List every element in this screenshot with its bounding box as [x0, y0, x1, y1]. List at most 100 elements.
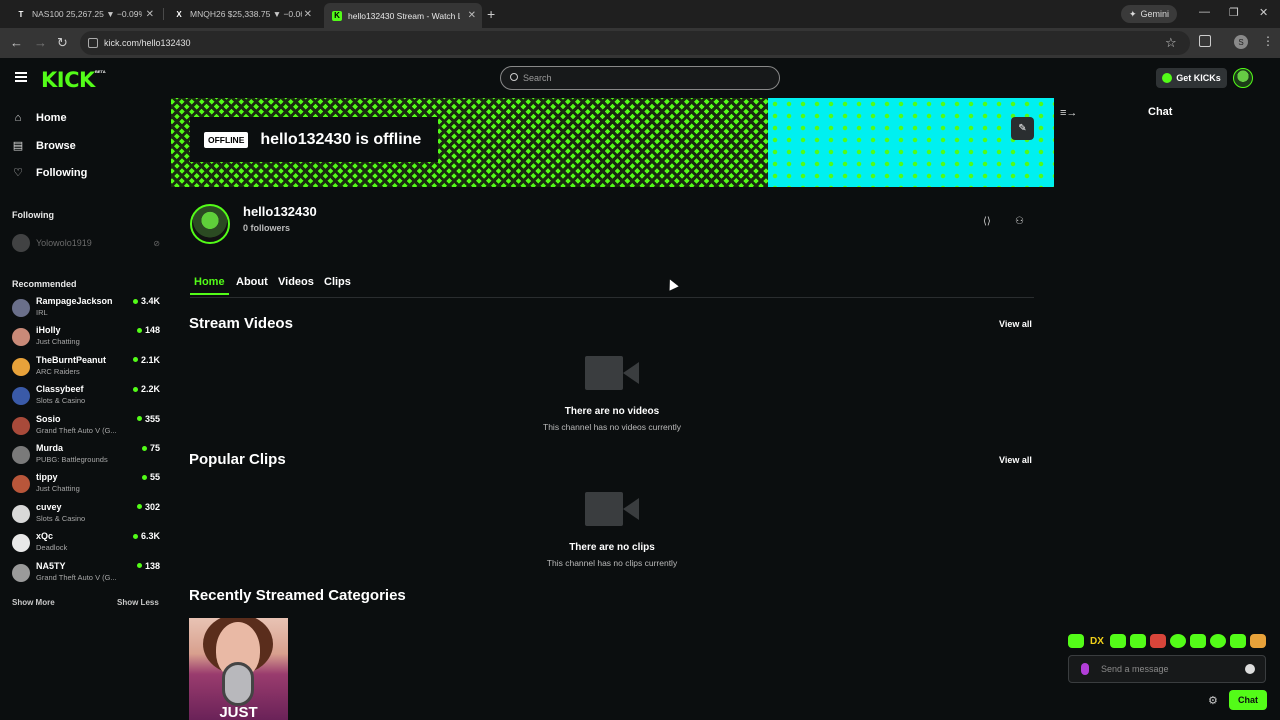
avatar	[12, 299, 30, 317]
close-window-icon[interactable]: ✕	[1259, 6, 1268, 19]
close-tab-icon[interactable]: ✕	[304, 9, 312, 20]
site-info-icon[interactable]	[88, 38, 98, 48]
recommended-channel[interactable]: NA5TY Grand Theft Auto V (G... 138	[12, 561, 160, 587]
no-clips-title: There are no clips	[569, 542, 655, 553]
recommended-channel[interactable]: Murda PUBG: Battlegrounds 75	[12, 443, 160, 469]
viewer-count: 55	[141, 472, 160, 482]
channel-name: NA5TY	[36, 560, 66, 571]
beta-badge: BETA	[95, 69, 106, 74]
tab-about[interactable]: About	[232, 276, 272, 293]
browse-icon: ▤	[12, 140, 24, 152]
restore-icon[interactable]: ❐	[1229, 6, 1239, 19]
search-input[interactable]: Search	[500, 66, 780, 90]
chat-settings-gear-icon[interactable]: ⚙	[1208, 694, 1218, 707]
send-chat-button[interactable]: Chat	[1229, 690, 1267, 710]
tab-videos[interactable]: Videos	[274, 276, 318, 293]
browser-tab-title: hello132430 Stream - Watch Li	[348, 10, 460, 21]
avatar	[12, 504, 30, 523]
channel-name: tippy	[36, 472, 58, 483]
channel-name: xQc	[36, 531, 54, 542]
channel-category: Just Chatting	[36, 484, 80, 494]
show-less-button[interactable]: Show Less	[117, 598, 159, 607]
recommended-channel[interactable]: Sosio Grand Theft Auto V (G... 355	[12, 414, 160, 440]
edit-banner-button[interactable]: ✎	[1011, 117, 1034, 140]
browser-toolbar: ← → ↻ kick.com/hello132430 ☆	[0, 28, 1280, 58]
channel-category: Slots & Casino	[36, 513, 86, 523]
clips-view-all-link[interactable]: View all	[999, 455, 1032, 465]
tab-search-icon[interactable]	[1199, 35, 1211, 47]
channel-name: cuvey	[36, 501, 62, 512]
microphone-icon[interactable]	[1081, 663, 1089, 675]
emoji-picker-icon[interactable]	[1245, 664, 1255, 674]
sidebar-item-label: Browse	[36, 139, 76, 152]
emote-dx-icon[interactable]: DX	[1088, 634, 1106, 648]
collapse-chat-icon[interactable]: ≡→	[1060, 107, 1077, 119]
new-tab-button[interactable]: +	[487, 6, 495, 22]
emote-icon[interactable]	[1068, 634, 1084, 648]
emote-icon[interactable]	[1110, 634, 1126, 648]
emote-icon[interactable]	[1250, 634, 1266, 648]
tab-clips[interactable]: Clips	[320, 276, 355, 293]
live-dot-icon	[141, 474, 147, 480]
videos-view-all-link[interactable]: View all	[999, 319, 1032, 329]
emote-icon[interactable]	[1230, 634, 1246, 648]
bookmark-star-icon[interactable]: ☆	[1165, 35, 1177, 51]
kick-favicon-icon: K	[332, 10, 342, 21]
reload-icon[interactable]: ↻	[57, 35, 68, 51]
minimize-icon[interactable]: —	[1199, 6, 1210, 18]
viewer-count: 302	[136, 502, 160, 512]
get-kicks-button[interactable]: Get KICKs	[1156, 68, 1227, 88]
browser-tab-active[interactable]: K hello132430 Stream - Watch Li ✕	[324, 3, 482, 28]
sidebar-item-home[interactable]: ⌂ Home	[12, 112, 67, 124]
emote-icon[interactable]	[1210, 634, 1226, 648]
emote-icon[interactable]	[1130, 634, 1146, 648]
channel-name: RampageJackson	[36, 296, 113, 306]
category-card-just-chatting[interactable]: JUST	[189, 618, 288, 720]
viewer-count-value: 3.4K	[140, 296, 160, 306]
browser-tab[interactable]: X MNQH26 $25,338.75 ▼ −0.06% ✕	[166, 4, 318, 24]
chat-message-input[interactable]: Send a message	[1068, 655, 1266, 683]
kick-logo[interactable]: KICK	[41, 68, 95, 92]
viewer-count: 138	[136, 561, 160, 571]
stream-videos-title: Stream Videos	[189, 315, 293, 332]
close-tab-icon[interactable]: ✕	[146, 9, 154, 20]
recommended-channel[interactable]: Classybeef Slots & Casino 2.2K	[12, 384, 160, 410]
gemini-button[interactable]: ✦ Gemini	[1121, 5, 1177, 23]
user-settings-icon[interactable]: ⚇	[1015, 216, 1024, 227]
emote-icon[interactable]	[1190, 634, 1206, 648]
show-more-button[interactable]: Show More	[12, 598, 55, 607]
sidebar-item-browse[interactable]: ▤ Browse	[12, 139, 76, 153]
avatar	[12, 387, 30, 406]
home-icon: ⌂	[14, 112, 22, 124]
emote-icon[interactable]	[1170, 634, 1186, 648]
back-arrow-icon[interactable]: ←	[10, 35, 23, 50]
browser-menu-icon[interactable]: ⋮	[1262, 34, 1274, 48]
address-bar[interactable]: kick.com/hello132430	[80, 31, 1190, 55]
tab-home[interactable]: Home	[190, 276, 229, 295]
recommended-channel[interactable]: cuvey Slots & Casino 302	[12, 502, 160, 528]
live-dot-icon	[136, 504, 142, 510]
sidebar-item-following[interactable]: ♡ Following	[12, 166, 88, 180]
emote-bar: DX	[1068, 633, 1268, 649]
channel-name: Classybeef	[36, 384, 84, 395]
emote-icon[interactable]	[1150, 634, 1166, 648]
user-avatar[interactable]	[1233, 68, 1253, 88]
browser-profile-avatar[interactable]: S	[1234, 35, 1248, 49]
share-icon[interactable]: ⟨⟩	[983, 216, 991, 227]
recommended-channel[interactable]: iHolly Just Chatting 148	[12, 325, 160, 351]
viewer-count-value: 355	[144, 413, 160, 424]
forward-arrow-icon[interactable]: →	[34, 35, 47, 50]
recommended-channel[interactable]: tippy Just Chatting 55	[12, 472, 160, 498]
recommended-channel[interactable]: TheBurntPeanut ARC Raiders 2.1K	[12, 355, 160, 381]
search-placeholder: Search	[523, 73, 552, 83]
sidebar-item-label: Following	[36, 166, 88, 179]
channel-name: TheBurntPeanut	[36, 354, 107, 365]
browser-tab[interactable]: T NAS100 25,267.25 ▼ −0.09% U ✕	[8, 4, 160, 24]
viewer-count: 6.3K	[132, 531, 160, 541]
hamburger-menu-icon[interactable]	[15, 72, 27, 82]
recommended-channel[interactable]: RampageJackson IRL 3.4K	[12, 296, 160, 322]
following-channel[interactable]: Yolowolo1919 ⊘	[12, 234, 160, 252]
close-tab-icon[interactable]: ✕	[468, 10, 476, 21]
channel-avatar[interactable]	[190, 204, 230, 244]
recommended-channel[interactable]: xQc Deadlock 6.3K	[12, 531, 160, 557]
